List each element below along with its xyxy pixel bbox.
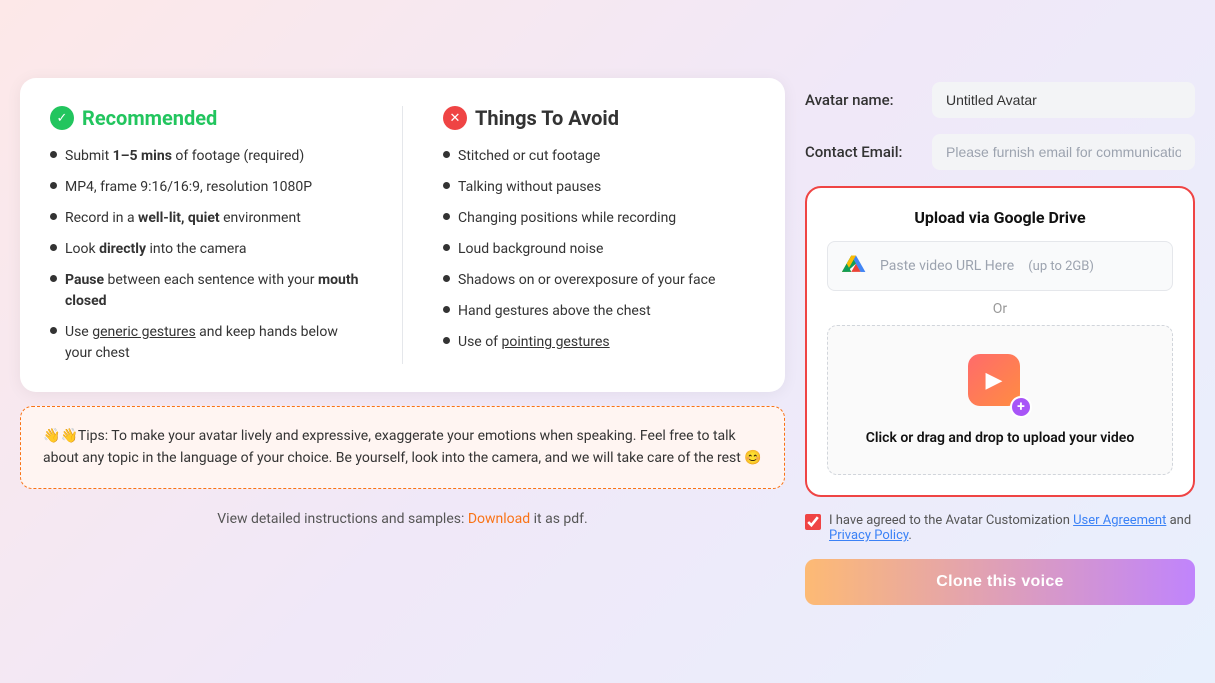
avoid-column: ✕ Things To Avoid Stitched or cut footag… xyxy=(443,106,755,364)
list-item-text: Look directly into the camera xyxy=(65,239,246,260)
list-item-text: Submit 1–5 mins of footage (required) xyxy=(65,146,304,167)
list-item: Look directly into the camera xyxy=(50,239,362,260)
bullet-dot xyxy=(50,151,57,158)
list-item-text: Stitched or cut footage xyxy=(458,146,600,167)
gdrive-limit: (up to 2GB) xyxy=(1028,259,1094,274)
list-item-text: Loud background noise xyxy=(458,239,603,260)
contact-email-label: Contact Email: xyxy=(805,143,920,161)
list-item-text: Shadows on or overexposure of your face xyxy=(458,270,715,291)
agreement-period: . xyxy=(908,528,911,543)
agreement-checkbox[interactable] xyxy=(805,514,821,530)
user-agreement-link[interactable]: User Agreement xyxy=(1073,513,1166,528)
agreement-row: I have agreed to the Avatar Customizatio… xyxy=(805,513,1195,543)
plus-badge: + xyxy=(1010,396,1032,418)
bullet-dot xyxy=(443,244,450,251)
recommended-column: ✓ Recommended Submit 1–5 mins of footage… xyxy=(50,106,362,364)
bullet-dot xyxy=(50,213,57,220)
left-panel: ✓ Recommended Submit 1–5 mins of footage… xyxy=(20,78,785,531)
bold-text: well-lit, quiet xyxy=(138,210,220,226)
list-item: Use generic gestures and keep hands belo… xyxy=(50,322,362,364)
bullet-dot xyxy=(443,151,450,158)
bullet-dot xyxy=(443,182,450,189)
main-container: ✓ Recommended Submit 1–5 mins of footage… xyxy=(20,78,1195,605)
recommended-title-row: ✓ Recommended xyxy=(50,106,362,130)
list-item: Use of pointing gestures xyxy=(443,332,755,353)
list-item-text: Record in a well-lit, quiet environment xyxy=(65,208,301,229)
list-item: Hand gestures above the chest xyxy=(443,301,755,322)
bullet-dot xyxy=(50,182,57,189)
agreement-text: I have agreed to the Avatar Customizatio… xyxy=(829,513,1195,543)
bullet-dot xyxy=(50,275,57,282)
footer-text-before: View detailed instructions and samples: xyxy=(217,511,468,527)
contact-email-row: Contact Email: xyxy=(805,134,1195,170)
agreement-and: and xyxy=(1166,513,1191,528)
recommended-list: Submit 1–5 mins of footage (required) MP… xyxy=(50,146,362,364)
or-divider: Or xyxy=(827,301,1173,317)
bullet-dot xyxy=(443,337,450,344)
list-item: Pause between each sentence with your mo… xyxy=(50,270,362,312)
video-play-icon: ▶ xyxy=(986,368,1003,393)
list-item-text: MP4, frame 9:16/16:9, resolution 1080P xyxy=(65,177,312,198)
right-panel: Avatar name: Contact Email: Upload via G… xyxy=(805,78,1195,605)
list-item: Talking without pauses xyxy=(443,177,755,198)
bold-text: Pause xyxy=(65,272,104,288)
list-item-text: Hand gestures above the chest xyxy=(458,301,651,322)
download-link[interactable]: Download xyxy=(468,511,530,527)
tips-emoji2: 👋 xyxy=(60,428,77,444)
instructions-footer: View detailed instructions and samples: … xyxy=(20,503,785,531)
clone-button[interactable]: Clone this voice xyxy=(805,559,1195,605)
instructions-card: ✓ Recommended Submit 1–5 mins of footage… xyxy=(20,78,785,392)
drop-label: Click or drag and drop to upload your vi… xyxy=(866,430,1135,446)
underline-text: pointing gestures xyxy=(502,334,610,350)
avoid-title: Things To Avoid xyxy=(475,106,619,130)
list-item: Submit 1–5 mins of footage (required) xyxy=(50,146,362,167)
upload-icon-wrap: ▶ + xyxy=(968,354,1032,418)
list-item: MP4, frame 9:16/16:9, resolution 1080P xyxy=(50,177,362,198)
list-item: Record in a well-lit, quiet environment xyxy=(50,208,362,229)
recommended-title: Recommended xyxy=(82,106,217,130)
tips-text: Tips: To make your avatar lively and exp… xyxy=(43,428,762,466)
bullet-dot xyxy=(443,213,450,220)
tips-card: 👋👋Tips: To make your avatar lively and e… xyxy=(20,406,785,489)
bullet-dot xyxy=(443,306,450,313)
upload-title: Upload via Google Drive xyxy=(827,208,1173,227)
instructions-content: ✓ Recommended Submit 1–5 mins of footage… xyxy=(50,106,755,364)
video-icon-bg: ▶ xyxy=(968,354,1020,406)
list-item: Changing positions while recording xyxy=(443,208,755,229)
avatar-name-row: Avatar name: xyxy=(805,82,1195,118)
list-item-text: Changing positions while recording xyxy=(458,208,676,229)
avatar-name-input[interactable] xyxy=(932,82,1195,118)
list-item: Shadows on or overexposure of your face xyxy=(443,270,755,291)
bullet-dot xyxy=(443,275,450,282)
x-icon: ✕ xyxy=(443,106,467,130)
bullet-dot xyxy=(50,327,57,334)
google-drive-icon xyxy=(842,252,870,280)
bold-text: mouth closed xyxy=(65,272,358,309)
list-item-text: Use of pointing gestures xyxy=(458,332,610,353)
upload-card: Upload via Google Drive Paste video URL … xyxy=(805,186,1195,497)
avoid-title-row: ✕ Things To Avoid xyxy=(443,106,755,130)
avatar-name-label: Avatar name: xyxy=(805,91,920,109)
check-icon: ✓ xyxy=(50,106,74,130)
list-item-text: Talking without pauses xyxy=(458,177,601,198)
avoid-list: Stitched or cut footage Talking without … xyxy=(443,146,755,353)
list-item-text: Pause between each sentence with your mo… xyxy=(65,270,362,312)
file-drop-zone[interactable]: ▶ + Click or drag and drop to upload you… xyxy=(827,325,1173,475)
agreement-before: I have agreed to the Avatar Customizatio… xyxy=(829,513,1073,528)
tips-emoji1: 👋 xyxy=(43,428,60,444)
list-item: Stitched or cut footage xyxy=(443,146,755,167)
bold-text: directly xyxy=(99,241,146,257)
bold-text: 1–5 mins xyxy=(113,148,172,164)
gdrive-placeholder: Paste video URL Here xyxy=(880,258,1014,274)
bullet-dot xyxy=(50,244,57,251)
list-item: Loud background noise xyxy=(443,239,755,260)
column-divider xyxy=(402,106,403,364)
contact-email-input[interactable] xyxy=(932,134,1195,170)
footer-text-after: it as pdf. xyxy=(530,511,588,527)
privacy-policy-link[interactable]: Privacy Policy xyxy=(829,528,908,543)
list-item-text: Use generic gestures and keep hands belo… xyxy=(65,322,362,364)
underline-text: generic gestures xyxy=(92,324,195,340)
google-drive-row[interactable]: Paste video URL Here (up to 2GB) xyxy=(827,241,1173,291)
